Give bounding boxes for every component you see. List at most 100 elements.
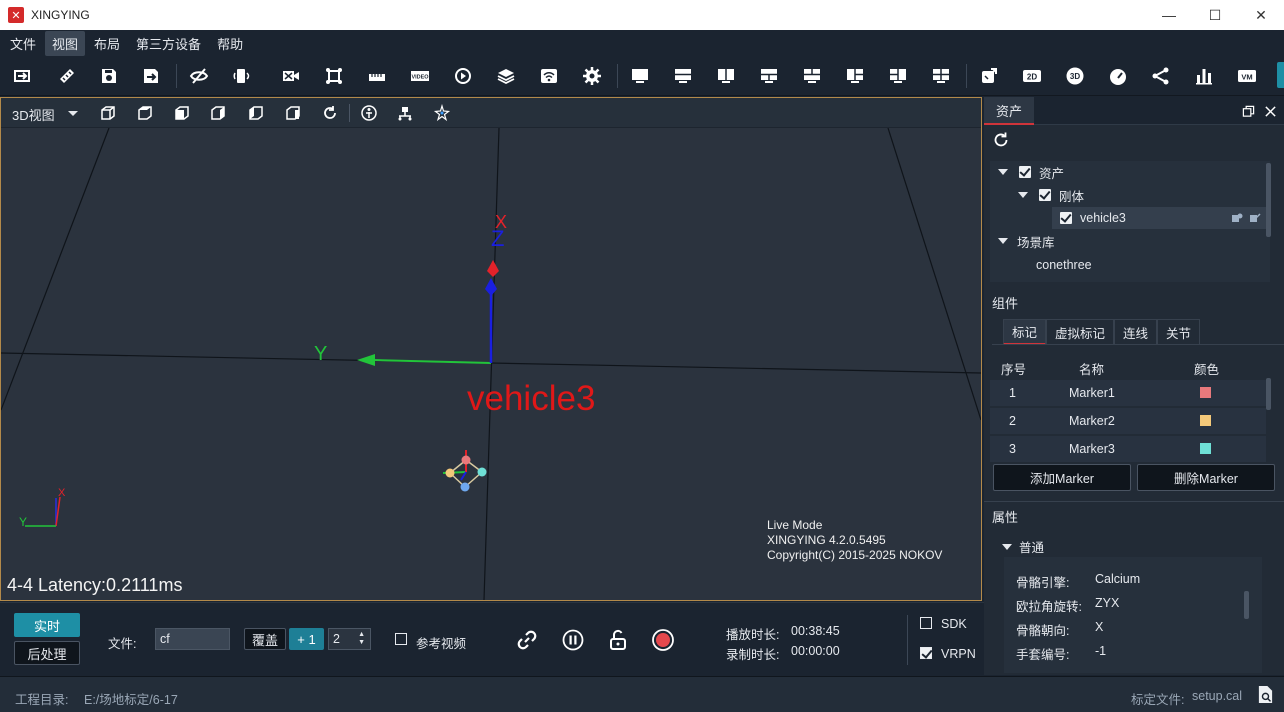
marker-scrollbar[interactable] — [1266, 378, 1271, 410]
rigid-checkbox[interactable] — [1039, 189, 1051, 201]
chevron-down-icon[interactable] — [68, 111, 78, 116]
view-left-icon[interactable] — [247, 104, 265, 122]
project-dir-path[interactable]: E:/场地标定/6-17 — [84, 689, 178, 708]
video-icon[interactable]: VIDEO — [409, 65, 431, 87]
tree-node-rigid[interactable]: 刚体 — [1018, 184, 1084, 206]
general-group-header[interactable]: 普通 — [1002, 537, 1044, 556]
menu-third-party[interactable]: 第三方设备 — [129, 31, 208, 56]
menu-file[interactable]: 文件 — [3, 31, 43, 56]
layout-3-icon[interactable] — [715, 65, 737, 87]
open-icon[interactable] — [11, 65, 33, 87]
tree-node-scene-library[interactable]: 场景库 — [998, 230, 1055, 252]
save-as-icon[interactable] — [140, 65, 162, 87]
refresh-icon[interactable] — [992, 131, 1010, 149]
close-panel-icon[interactable] — [1262, 103, 1278, 119]
device-icon[interactable] — [231, 65, 253, 87]
human-figure-icon[interactable] — [360, 104, 378, 122]
postprocess-button[interactable]: 后处理 — [14, 641, 80, 665]
float-panel-icon[interactable] — [1240, 103, 1256, 119]
vehicle3-checkbox[interactable] — [1060, 212, 1072, 224]
camera-off-icon[interactable] — [280, 65, 302, 87]
expand-arrow-icon[interactable] — [998, 238, 1008, 244]
record-icon[interactable] — [651, 628, 675, 652]
skeleton-icon[interactable] — [1150, 65, 1172, 87]
menu-layout[interactable]: 布局 — [87, 31, 127, 56]
layout-5-icon[interactable] — [801, 65, 823, 87]
menu-view[interactable]: 视图 — [45, 30, 86, 56]
overwrite-button[interactable]: 覆盖 — [244, 628, 286, 650]
file-name-input[interactable]: cf — [155, 628, 230, 650]
take-number-stepper[interactable]: 2 ▲ ▼ — [328, 628, 371, 650]
marker-cloud-icon[interactable] — [433, 103, 451, 122]
table-row[interactable] — [990, 380, 1266, 406]
link-icon[interactable] — [515, 628, 539, 652]
tree-node-conethree[interactable]: conethree — [1036, 254, 1092, 276]
layers-icon[interactable] — [495, 65, 517, 87]
tab-virtual-markers[interactable]: 虚拟标记 — [1046, 319, 1115, 345]
bar-chart-icon[interactable] — [1193, 65, 1215, 87]
view-back-icon[interactable] — [209, 104, 227, 122]
expand-arrow-icon[interactable] — [998, 169, 1008, 175]
tree-scrollbar[interactable] — [1266, 163, 1271, 237]
pause-icon[interactable] — [561, 628, 585, 652]
property-value[interactable]: -1 — [1095, 644, 1106, 663]
tree-node-vehicle3[interactable]: vehicle3 — [1060, 207, 1270, 229]
settings-icon[interactable] — [581, 65, 603, 87]
layout-1-icon[interactable] — [629, 65, 651, 87]
property-scrollbar[interactable] — [1244, 591, 1249, 619]
add-marker-button[interactable]: 添加Marker — [993, 464, 1131, 491]
wifi-icon[interactable] — [538, 65, 560, 87]
layout-6-icon[interactable] — [844, 65, 866, 87]
capture-frame-icon[interactable] — [323, 65, 345, 87]
delete-marker-button[interactable]: 删除Marker — [1137, 464, 1275, 491]
menu-help[interactable]: 帮助 — [210, 31, 250, 56]
file-search-icon[interactable] — [1257, 685, 1274, 707]
ruler-bar-icon[interactable] — [366, 65, 388, 87]
3d-viewport[interactable]: Y X Z vehicle3 X Y 3D视图 Live Mode XINGYI… — [0, 97, 982, 601]
layout-4-icon[interactable] — [758, 65, 780, 87]
layout-8-icon[interactable] — [930, 65, 952, 87]
table-row[interactable] — [990, 408, 1266, 434]
vm-icon[interactable]: VM — [1236, 65, 1258, 87]
reset-view-icon[interactable] — [321, 104, 339, 122]
robot-icon[interactable] — [396, 104, 414, 122]
2d-icon[interactable]: 2D — [1021, 65, 1043, 87]
toolbar-overflow-tab[interactable] — [1277, 62, 1284, 88]
3d-icon[interactable]: 3D — [1064, 65, 1086, 87]
tab-assets[interactable]: 资产 — [984, 97, 1034, 125]
playback-icon[interactable] — [452, 65, 474, 87]
marker-color-swatch[interactable] — [1200, 415, 1211, 426]
property-value[interactable]: ZYX — [1095, 596, 1119, 615]
property-value[interactable]: X — [1095, 620, 1103, 639]
close-button[interactable]: ✕ — [1238, 0, 1284, 30]
unlock-icon[interactable] — [606, 628, 630, 652]
sdk-checkbox[interactable] — [920, 617, 932, 629]
ruler-icon[interactable] — [56, 65, 78, 87]
view-side-icon[interactable] — [173, 104, 191, 122]
vrpn-checkbox[interactable] — [920, 647, 932, 659]
table-row[interactable] — [990, 436, 1266, 462]
tab-joints[interactable]: 关节 — [1157, 319, 1201, 345]
assets-checkbox[interactable] — [1019, 166, 1031, 178]
tab-links[interactable]: 连线 — [1114, 319, 1158, 345]
rigid-body-tool-icon[interactable] — [1231, 212, 1243, 227]
save-icon[interactable] — [98, 65, 120, 87]
property-value[interactable]: Calcium — [1095, 572, 1140, 591]
hide-icon[interactable] — [188, 65, 210, 87]
increment-button[interactable]: + 1 — [289, 628, 324, 650]
calibration-file-name[interactable]: setup.cal — [1192, 689, 1242, 703]
export-icon[interactable] — [978, 65, 1000, 87]
tab-markers[interactable]: 标记 — [1003, 319, 1047, 345]
maximize-button[interactable]: ☐ — [1192, 0, 1238, 30]
marker-color-swatch[interactable] — [1200, 387, 1211, 398]
tree-node-assets[interactable]: 资产 — [998, 161, 1064, 183]
gauge-icon[interactable] — [1107, 65, 1129, 87]
view-front-icon[interactable] — [99, 104, 117, 122]
expand-arrow-icon[interactable] — [1002, 543, 1012, 550]
view-right-icon[interactable] — [284, 104, 302, 122]
rigid-body-export-icon[interactable] — [1249, 212, 1261, 227]
stepper-arrows-icon[interactable]: ▲ ▼ — [358, 631, 365, 647]
expand-arrow-icon[interactable] — [1018, 192, 1028, 198]
marker-color-swatch[interactable] — [1200, 443, 1211, 454]
layout-7-icon[interactable] — [887, 65, 909, 87]
